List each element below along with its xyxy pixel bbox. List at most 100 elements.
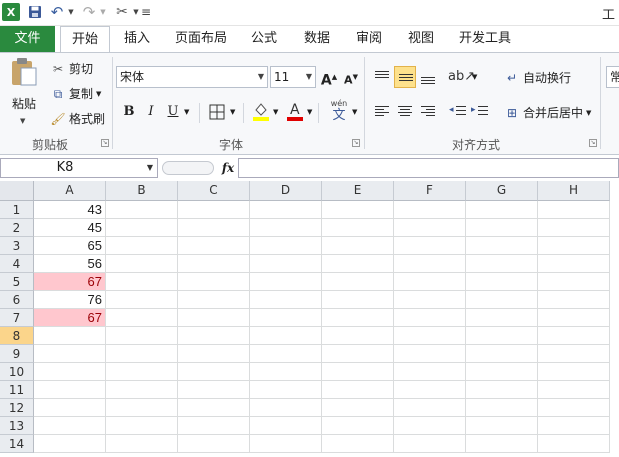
column-header-a[interactable]: A xyxy=(34,181,106,201)
cell-h8[interactable] xyxy=(538,327,610,345)
cell-c8[interactable] xyxy=(178,327,250,345)
cell-h4[interactable] xyxy=(538,255,610,273)
cell-d12[interactable] xyxy=(250,399,322,417)
cell-e7[interactable] xyxy=(322,309,394,327)
alignment-launcher-icon[interactable]: ↘ xyxy=(589,139,597,147)
cell-b3[interactable] xyxy=(106,237,178,255)
cell-c13[interactable] xyxy=(178,417,250,435)
cell-b4[interactable] xyxy=(106,255,178,273)
cell-a3[interactable]: 65 xyxy=(34,237,106,255)
align-bottom-button[interactable] xyxy=(417,66,439,88)
cell-c4[interactable] xyxy=(178,255,250,273)
row-header-12[interactable]: 12 xyxy=(0,399,34,417)
cell-c6[interactable] xyxy=(178,291,250,309)
cell-e5[interactable] xyxy=(322,273,394,291)
cell-a9[interactable] xyxy=(34,345,106,363)
cell-h13[interactable] xyxy=(538,417,610,435)
cell-f13[interactable] xyxy=(394,417,466,435)
cell-f8[interactable] xyxy=(394,327,466,345)
cell-e11[interactable] xyxy=(322,381,394,399)
cell-d4[interactable] xyxy=(250,255,322,273)
grow-font-button[interactable]: A▲ xyxy=(318,66,340,89)
row-header-8[interactable]: 8 xyxy=(0,327,34,345)
cell-b7[interactable] xyxy=(106,309,178,327)
cell-f10[interactable] xyxy=(394,363,466,381)
cell-d8[interactable] xyxy=(250,327,322,345)
row-header-2[interactable]: 2 xyxy=(0,219,34,237)
cell-d10[interactable] xyxy=(250,363,322,381)
tab-review[interactable]: 审阅 xyxy=(350,26,388,52)
cell-e13[interactable] xyxy=(322,417,394,435)
cell-c3[interactable] xyxy=(178,237,250,255)
cell-f3[interactable] xyxy=(394,237,466,255)
cell-e4[interactable] xyxy=(322,255,394,273)
underline-button[interactable]: U xyxy=(162,101,184,123)
font-color-dropdown-icon[interactable]: ▼ xyxy=(307,108,312,116)
cell-d1[interactable] xyxy=(250,201,322,219)
save-icon[interactable] xyxy=(26,3,44,21)
cell-e12[interactable] xyxy=(322,399,394,417)
tab-formulas[interactable]: 公式 xyxy=(245,26,283,52)
cut-button[interactable]: ✂ 剪切 xyxy=(50,60,93,77)
column-header-c[interactable]: C xyxy=(178,181,250,201)
cell-e9[interactable] xyxy=(322,345,394,363)
cell-b14[interactable] xyxy=(106,435,178,453)
cell-a13[interactable] xyxy=(34,417,106,435)
row-header-9[interactable]: 9 xyxy=(0,345,34,363)
cell-d9[interactable] xyxy=(250,345,322,363)
cell-c11[interactable] xyxy=(178,381,250,399)
cell-b5[interactable] xyxy=(106,273,178,291)
increase-indent-button[interactable]: ▸ xyxy=(470,101,492,123)
cell-b6[interactable] xyxy=(106,291,178,309)
row-header-11[interactable]: 11 xyxy=(0,381,34,399)
cell-g3[interactable] xyxy=(466,237,538,255)
phonetic-dropdown-icon[interactable]: ▼ xyxy=(352,108,357,116)
cell-d5[interactable] xyxy=(250,273,322,291)
cell-h3[interactable] xyxy=(538,237,610,255)
cell-f7[interactable] xyxy=(394,309,466,327)
cell-a11[interactable] xyxy=(34,381,106,399)
cell-d7[interactable] xyxy=(250,309,322,327)
cell-a12[interactable] xyxy=(34,399,106,417)
font-name-combo[interactable]: 宋体 ▼ xyxy=(116,66,268,88)
tools-dropdown-icon[interactable]: ▼ xyxy=(132,3,140,21)
tab-insert[interactable]: 插入 xyxy=(118,26,156,52)
cell-a8[interactable] xyxy=(34,327,106,345)
format-painter-button[interactable]: 🖌 格式刷 xyxy=(50,110,105,127)
cell-e3[interactable] xyxy=(322,237,394,255)
cell-h5[interactable] xyxy=(538,273,610,291)
cell-b2[interactable] xyxy=(106,219,178,237)
align-top-button[interactable] xyxy=(371,66,393,88)
font-launcher-icon[interactable]: ↘ xyxy=(352,139,360,147)
formula-bar-splitter[interactable] xyxy=(162,161,214,175)
cell-c1[interactable] xyxy=(178,201,250,219)
phonetic-guide-button[interactable]: wén 文 xyxy=(326,99,352,125)
formula-input[interactable] xyxy=(238,158,619,178)
copy-button[interactable]: ⧉ 复制 ▼ xyxy=(50,85,102,102)
tab-developer[interactable]: 开发工具 xyxy=(452,26,518,52)
cell-h6[interactable] xyxy=(538,291,610,309)
paste-button[interactable]: 粘贴 xyxy=(6,57,42,115)
font-size-combo[interactable]: 11 ▼ xyxy=(270,66,316,88)
cell-f12[interactable] xyxy=(394,399,466,417)
merge-center-button[interactable]: ⊞ 合并后居中 ▼ xyxy=(504,104,591,121)
cell-g12[interactable] xyxy=(466,399,538,417)
row-header-1[interactable]: 1 xyxy=(0,201,34,219)
cell-c5[interactable] xyxy=(178,273,250,291)
paste-dropdown-icon[interactable]: ▼ xyxy=(20,117,25,125)
align-center-button[interactable] xyxy=(394,101,416,123)
cell-d13[interactable] xyxy=(250,417,322,435)
bold-button[interactable]: B xyxy=(118,101,140,123)
cell-b9[interactable] xyxy=(106,345,178,363)
row-header-7[interactable]: 7 xyxy=(0,309,34,327)
cell-b11[interactable] xyxy=(106,381,178,399)
cell-f11[interactable] xyxy=(394,381,466,399)
cell-g2[interactable] xyxy=(466,219,538,237)
cell-g13[interactable] xyxy=(466,417,538,435)
cell-e10[interactable] xyxy=(322,363,394,381)
align-middle-button[interactable] xyxy=(394,66,416,88)
orientation-dropdown-icon[interactable]: ▼ xyxy=(472,73,477,81)
row-header-4[interactable]: 4 xyxy=(0,255,34,273)
select-all-corner[interactable] xyxy=(0,181,34,201)
cell-g8[interactable] xyxy=(466,327,538,345)
